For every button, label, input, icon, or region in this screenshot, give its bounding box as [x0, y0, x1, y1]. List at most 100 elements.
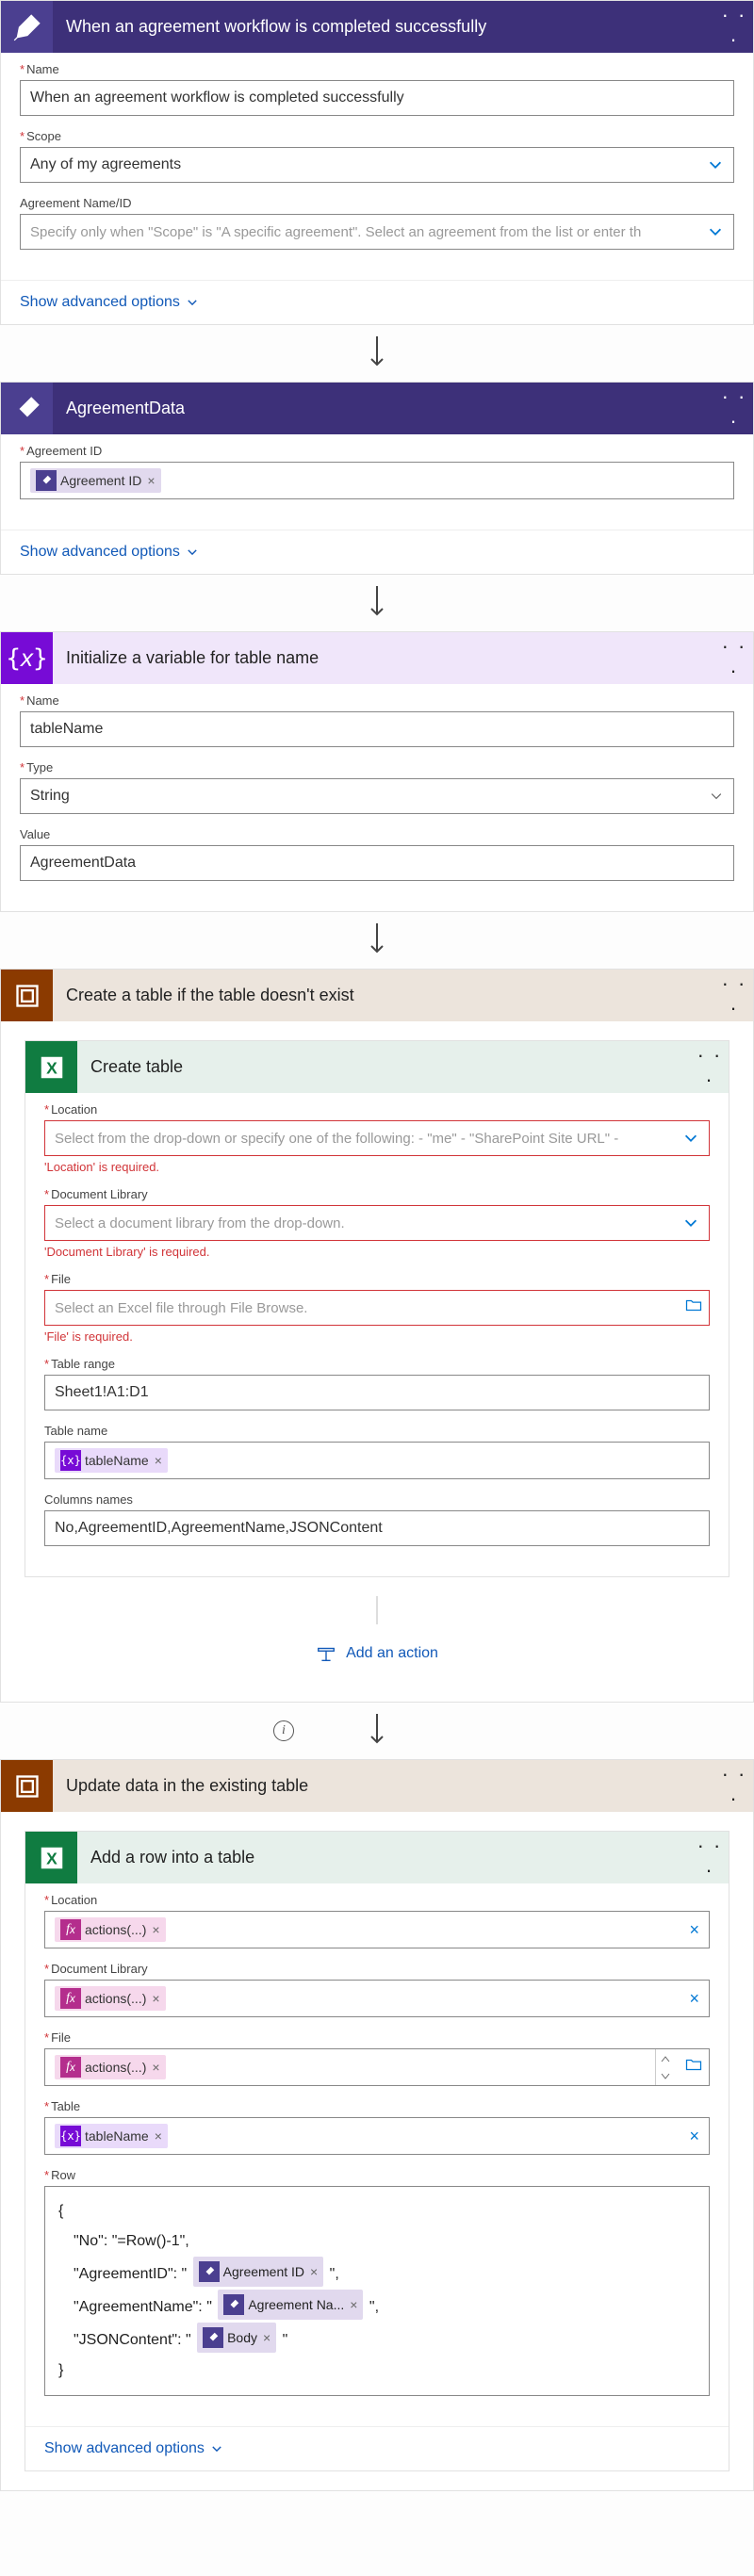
step-menu-icon[interactable]: · · ·	[715, 384, 753, 433]
scope-icon	[1, 970, 53, 1021]
file-label: File	[44, 2030, 71, 2045]
step-menu-icon[interactable]: · · ·	[715, 971, 753, 1020]
row-input[interactable]: { "No": "=Row()-1", "AgreementID": " Agr…	[44, 2186, 710, 2396]
location-error: 'Location' is required.	[44, 1160, 710, 1174]
step-title: Add a row into a table	[77, 1848, 691, 1867]
step-up-icon	[656, 2049, 675, 2067]
value-input[interactable]: AgreementData	[20, 845, 734, 881]
info-icon[interactable]: i	[273, 1720, 294, 1741]
scope-label: Scope	[20, 129, 61, 143]
remove-token-icon[interactable]: ×	[263, 2324, 270, 2351]
step-header[interactable]: Update data in the existing table · · ·	[1, 1760, 753, 1812]
variable-icon: {x}	[60, 1450, 81, 1471]
step-title: AgreementData	[53, 399, 715, 418]
flow-arrow	[0, 325, 754, 382]
doclib-label: Document Library	[44, 1962, 148, 1976]
agreement-id-token[interactable]: Agreement ID ×	[193, 2257, 324, 2287]
remove-token-icon[interactable]: ×	[350, 2291, 357, 2318]
remove-token-icon[interactable]: ×	[155, 2128, 162, 2144]
step-header[interactable]: X Add a row into a table · · ·	[25, 1832, 729, 1883]
scope-select[interactable]: Any of my agreements	[20, 147, 734, 183]
step-title: Create a table if the table doesn't exis…	[53, 986, 715, 1005]
step-menu-icon[interactable]: · · ·	[691, 1043, 729, 1092]
step-menu-icon[interactable]: · · ·	[715, 1762, 753, 1811]
show-advanced-link[interactable]: Show advanced options	[20, 544, 199, 561]
remove-token-icon[interactable]: ×	[310, 2258, 318, 2285]
file-error: 'File' is required.	[44, 1329, 710, 1344]
svg-text:X: X	[46, 1058, 57, 1077]
cols-input[interactable]: No,AgreementID,AgreementName,JSONContent	[44, 1510, 710, 1546]
step-menu-icon[interactable]: · · ·	[715, 3, 753, 52]
step-header[interactable]: When an agreement workflow is completed …	[1, 1, 753, 53]
location-input[interactable]: fx actions(...) × ×	[44, 1911, 710, 1948]
name-input[interactable]: tableName	[20, 711, 734, 747]
step-agreement-data: AgreementData · · · Agreement ID Agreeme…	[0, 382, 754, 575]
step-header[interactable]: Create a table if the table doesn't exis…	[1, 970, 753, 1021]
doclib-input[interactable]: fx actions(...) × ×	[44, 1980, 710, 2017]
file-input[interactable]: fx actions(...) ×	[44, 2048, 710, 2086]
flow-arrow	[0, 575, 754, 631]
show-advanced-link[interactable]: Show advanced options	[44, 2440, 223, 2457]
remove-token-icon[interactable]: ×	[152, 1991, 159, 2006]
remove-token-icon[interactable]: ×	[147, 473, 155, 488]
cols-label: Columns names	[44, 1492, 710, 1507]
range-input[interactable]: Sheet1!A1:D1	[44, 1375, 710, 1410]
tablename-input[interactable]: {x} tableName ×	[44, 1442, 710, 1479]
agreement-id-label: Agreement Name/ID	[20, 196, 734, 210]
value-label: Value	[20, 827, 734, 841]
step-title: Initialize a variable for table name	[53, 648, 715, 668]
add-action-button[interactable]: Add an action	[316, 1643, 438, 1664]
step-create-table: X Create table · · · Location Select fro…	[25, 1040, 729, 1577]
fx-token[interactable]: fx actions(...) ×	[55, 1986, 166, 2011]
step-add-row: X Add a row into a table · · · Location …	[25, 1831, 729, 2471]
adobe-icon	[223, 2294, 244, 2315]
chevron-down-icon	[709, 789, 724, 804]
remove-token-icon[interactable]: ×	[155, 1453, 162, 1468]
doclib-error: 'Document Library' is required.	[44, 1245, 710, 1259]
step-header[interactable]: X Create table · · ·	[25, 1041, 729, 1093]
file-input[interactable]: Select an Excel file through File Browse…	[44, 1290, 710, 1326]
remove-token-icon[interactable]: ×	[152, 2060, 159, 2075]
step-init-variable: {x} Initialize a variable for table name…	[0, 631, 754, 912]
location-label: Location	[44, 1893, 97, 1907]
clear-icon[interactable]: ×	[689, 1989, 699, 2009]
agreement-name-token[interactable]: Agreement Na... ×	[218, 2290, 363, 2320]
type-label: Type	[20, 760, 53, 774]
folder-browse-icon[interactable]	[684, 2056, 703, 2079]
range-label: Table range	[44, 1357, 115, 1371]
step-menu-icon[interactable]: · · ·	[715, 634, 753, 683]
step-header[interactable]: AgreementData · · ·	[1, 383, 753, 434]
location-select[interactable]: Select from the drop-down or specify one…	[44, 1120, 710, 1156]
fx-icon: fx	[60, 1988, 81, 2009]
agreement-id-token[interactable]: Agreement ID ×	[30, 468, 161, 493]
folder-browse-icon[interactable]	[684, 1296, 703, 1320]
fx-token[interactable]: fx actions(...) ×	[55, 1917, 166, 1942]
doclib-select[interactable]: Select a document library from the drop-…	[44, 1205, 710, 1241]
location-label: Location	[44, 1102, 97, 1117]
variable-icon: {x}	[60, 2126, 81, 2146]
agreement-select[interactable]: Specify only when "Scope" is "A specific…	[20, 214, 734, 250]
type-select[interactable]: String	[20, 778, 734, 814]
flow-arrow: i	[0, 1703, 754, 1759]
clear-icon[interactable]: ×	[689, 1920, 699, 1940]
fx-icon: fx	[60, 1919, 81, 1940]
name-input[interactable]: When an agreement workflow is completed …	[20, 80, 734, 116]
table-input[interactable]: {x} tableName × ×	[44, 2117, 710, 2155]
file-stepper[interactable]	[655, 2049, 675, 2085]
name-label: Name	[20, 693, 59, 708]
tablename-token[interactable]: {x} tableName ×	[55, 2124, 168, 2148]
remove-token-icon[interactable]: ×	[152, 1922, 159, 1937]
body-token[interactable]: Body ×	[197, 2323, 276, 2353]
table-label: Table	[44, 2099, 80, 2113]
tablename-token[interactable]: {x} tableName ×	[55, 1448, 168, 1473]
step-header[interactable]: {x} Initialize a variable for table name…	[1, 632, 753, 684]
step-create-table-scope: Create a table if the table doesn't exis…	[0, 969, 754, 1703]
fx-token[interactable]: fx actions(...) ×	[55, 2055, 166, 2079]
adobe-icon	[36, 470, 57, 491]
step-menu-icon[interactable]: · · ·	[691, 1834, 729, 1883]
show-advanced-link[interactable]: Show advanced options	[20, 294, 199, 311]
step-title: Create table	[77, 1057, 691, 1077]
clear-icon[interactable]: ×	[689, 2127, 699, 2146]
agreement-id-input[interactable]: Agreement ID ×	[20, 462, 734, 499]
flow-arrow	[25, 1577, 729, 1624]
